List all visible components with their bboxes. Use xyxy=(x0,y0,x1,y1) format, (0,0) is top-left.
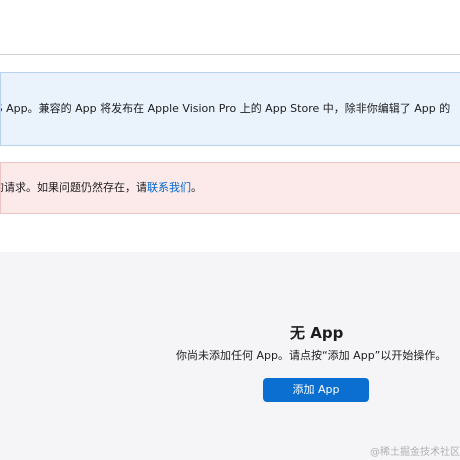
info-banner-text: OS App。兼容的 App 将发布在 Apple Vision Pro 上的 … xyxy=(0,102,451,115)
error-banner-message: 的请求。如果问题仍然存在，请联系我们。 xyxy=(0,181,202,195)
header-divider xyxy=(0,54,460,55)
info-banner: OS App。兼容的 App 将发布在 Apple Vision Pro 上的 … xyxy=(0,72,460,146)
error-banner-text: 的请求。如果问题仍然存在，请 xyxy=(0,181,147,194)
empty-state-title: 无 App xyxy=(290,324,344,342)
watermark: @稀土掘金技术社区 xyxy=(370,447,460,458)
error-banner: 的请求。如果问题仍然存在，请联系我们。 xyxy=(0,162,460,214)
add-app-button[interactable]: 添加 App xyxy=(263,378,369,402)
error-banner-suffix: 。 xyxy=(191,181,202,194)
contact-us-link[interactable]: 联系我们 xyxy=(147,181,191,194)
app-list-page: OS App。兼容的 App 将发布在 Apple Vision Pro 上的 … xyxy=(0,0,460,460)
empty-state-description: 你尚未添加任何 App。请点按“添加 App”以开始操作。 xyxy=(176,349,447,362)
